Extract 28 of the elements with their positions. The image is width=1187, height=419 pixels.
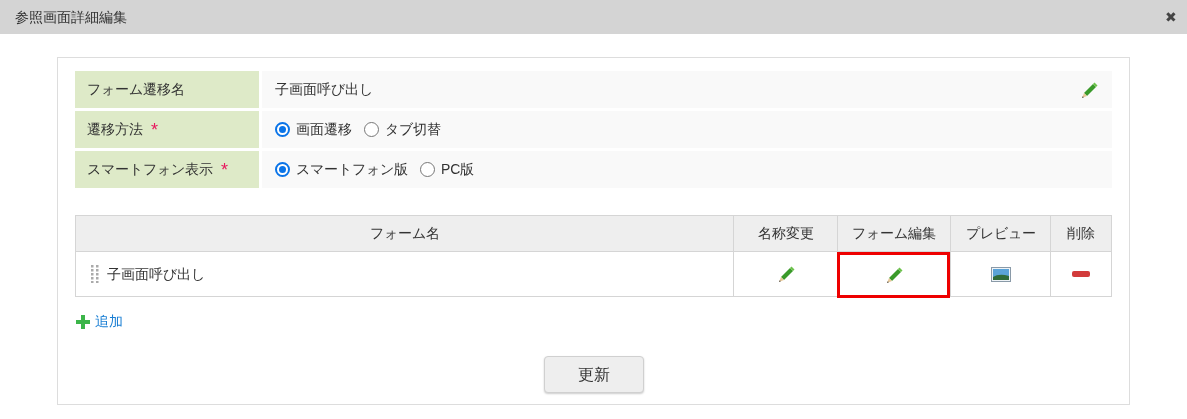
required-mark: * xyxy=(221,160,228,179)
close-button[interactable]: ✖ xyxy=(1165,6,1177,28)
radio-label: 画面遷移 xyxy=(296,120,352,139)
required-mark: * xyxy=(151,120,158,139)
drag-handle-icon[interactable] xyxy=(91,265,99,283)
radio-button[interactable] xyxy=(420,162,435,177)
radio-button[interactable] xyxy=(275,162,290,177)
add-link[interactable]: 追加 xyxy=(75,311,123,332)
radio-button[interactable] xyxy=(364,122,379,137)
radio-label: タブ切替 xyxy=(385,120,441,139)
plus-icon xyxy=(75,313,91,330)
column-header: フォーム名 xyxy=(368,224,441,243)
column-header: プレビュー xyxy=(950,216,1050,251)
radio-label: スマートフォン版 xyxy=(296,160,408,179)
field-label: スマートフォン表示 xyxy=(87,160,213,179)
column-header: 削除 xyxy=(1050,216,1111,251)
update-button[interactable]: 更新 xyxy=(543,356,644,393)
column-header: フォーム編集 xyxy=(837,216,950,251)
form-name: 子画面呼び出し xyxy=(107,264,205,284)
column-header: 名称変更 xyxy=(733,216,837,251)
delete-icon[interactable] xyxy=(1072,271,1090,277)
window-title: 参照画面詳細編集 xyxy=(15,7,127,27)
radio-button[interactable] xyxy=(275,122,290,137)
radio-label: PC版 xyxy=(441,160,475,179)
image-icon[interactable] xyxy=(990,266,1011,282)
field-label: フォーム遷移名 xyxy=(87,80,185,99)
field-value: 子画面呼び出し xyxy=(275,80,374,99)
field-label: 遷移方法 xyxy=(87,120,143,139)
